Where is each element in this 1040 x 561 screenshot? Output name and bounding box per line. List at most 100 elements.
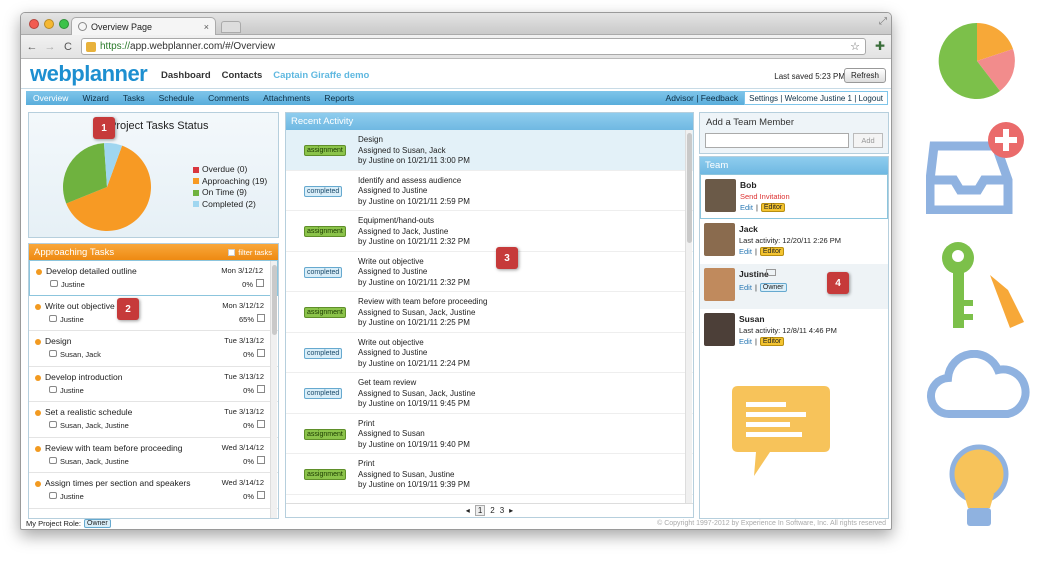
webplanner-logo[interactable]: webplanner bbox=[30, 61, 148, 87]
activity-task[interactable]: Equipment/hand-outs bbox=[358, 216, 470, 227]
comment-icon[interactable] bbox=[49, 314, 57, 322]
activity-task[interactable]: Print bbox=[358, 419, 470, 430]
filter-label: filter tasks bbox=[238, 248, 272, 257]
comment-icon[interactable] bbox=[49, 456, 57, 464]
project-name-link[interactable]: Captain Giraffe demo bbox=[273, 70, 369, 81]
task-name[interactable]: Review with team before proceeding bbox=[45, 443, 183, 453]
task-row[interactable]: Develop detailed outline Mon 3/12/12 Jus… bbox=[29, 260, 278, 296]
task-name[interactable]: Assign times per section and speakers bbox=[45, 478, 191, 488]
pager-prev-icon[interactable]: ◂ bbox=[466, 506, 470, 515]
task-scroll-thumb[interactable] bbox=[272, 265, 277, 335]
reload-icon[interactable]: C bbox=[61, 41, 75, 53]
user-links[interactable]: Settings | Welcome Justine 1 | Logout bbox=[744, 91, 888, 105]
activity-scrollbar[interactable] bbox=[685, 130, 692, 503]
task-complete-checkbox[interactable] bbox=[257, 349, 265, 357]
comment-icon[interactable] bbox=[49, 421, 57, 428]
activity-row[interactable]: assignment Review with team before proce… bbox=[286, 292, 693, 333]
advisor-feedback-link[interactable]: Advisor | Feedback bbox=[660, 91, 745, 105]
activity-assigned: Assigned to Susan, Justine bbox=[358, 469, 455, 479]
fullscreen-icon[interactable]: ⤢ bbox=[879, 16, 887, 27]
comment-icon[interactable] bbox=[49, 492, 57, 499]
pager-next-icon[interactable]: ▸ bbox=[509, 506, 513, 515]
menu-overview[interactable]: Overview bbox=[26, 93, 75, 103]
page-1[interactable]: 1 bbox=[474, 505, 486, 516]
activity-row[interactable]: completed Write out objective Assigned t… bbox=[286, 333, 693, 373]
task-scrollbar[interactable] bbox=[270, 261, 277, 518]
activity-task[interactable]: Design bbox=[358, 135, 470, 146]
task-name[interactable]: Write out objective bbox=[45, 301, 115, 311]
task-row[interactable]: Assign times per section and speakers We… bbox=[29, 473, 278, 509]
send-invitation-link[interactable]: Send Invitation bbox=[740, 192, 790, 201]
activity-row[interactable]: assignment Print Assigned to Susan by Ju… bbox=[286, 414, 693, 454]
task-name[interactable]: Develop introduction bbox=[45, 372, 123, 382]
filter-checkbox[interactable] bbox=[228, 249, 236, 256]
menu-tasks[interactable]: Tasks bbox=[116, 93, 152, 103]
project-status-panel: Project Tasks Status Overdue (0) Approach… bbox=[28, 112, 279, 238]
browser-toolbar: ← → C https:// app.webplanner.com/#/Over… bbox=[21, 35, 891, 59]
task-row[interactable]: Design Tue 3/13/12 Susan, Jack 0% bbox=[29, 331, 278, 367]
task-complete-checkbox[interactable] bbox=[257, 313, 265, 322]
nav-dashboard[interactable]: Dashboard bbox=[161, 70, 211, 81]
activity-task[interactable]: Write out objective bbox=[358, 338, 470, 349]
activity-row[interactable]: assignment Design Assigned to Susan, Jac… bbox=[286, 130, 693, 171]
activity-row[interactable]: completed Write out objective Assigned t… bbox=[286, 252, 693, 292]
minimize-window-button[interactable] bbox=[44, 19, 54, 29]
comment-icon[interactable] bbox=[49, 350, 57, 357]
member-email-input[interactable] bbox=[705, 133, 849, 148]
task-row[interactable]: Write out objective Mon 3/12/12 Justine … bbox=[29, 296, 278, 331]
address-bar[interactable]: https:// app.webplanner.com/#/Overview ☆ bbox=[81, 38, 866, 55]
nav-contacts[interactable]: Contacts bbox=[222, 70, 263, 81]
edit-member-link[interactable]: Edit bbox=[739, 247, 752, 256]
task-row[interactable]: Review with team before proceeding Wed 3… bbox=[29, 438, 278, 473]
task-name[interactable]: Develop detailed outline bbox=[46, 266, 137, 276]
task-row[interactable]: Set a realistic schedule Tue 3/13/12 Sus… bbox=[29, 402, 278, 438]
new-tab-button[interactable] bbox=[221, 21, 241, 33]
refresh-button[interactable]: Refresh bbox=[843, 68, 886, 83]
task-complete-checkbox[interactable] bbox=[257, 384, 265, 393]
activity-task[interactable]: Identify and assess audience bbox=[358, 176, 470, 187]
forward-icon[interactable]: → bbox=[43, 41, 57, 53]
legend-item: Completed (2) bbox=[193, 199, 267, 211]
edit-member-link[interactable]: Edit bbox=[739, 283, 752, 292]
activity-row[interactable]: completed Identify and assess audience A… bbox=[286, 171, 693, 211]
activity-row[interactable]: assignment Print Assigned to Susan, Just… bbox=[286, 454, 693, 495]
zoom-window-button[interactable] bbox=[59, 19, 69, 29]
bookmark-star-icon[interactable]: ☆ bbox=[850, 40, 860, 53]
page-2[interactable]: 2 bbox=[490, 506, 494, 515]
task-complete-checkbox[interactable] bbox=[257, 420, 265, 428]
email-icon[interactable] bbox=[766, 269, 776, 276]
task-assignee: Susan, Jack bbox=[60, 350, 101, 359]
menu-wizard[interactable]: Wizard bbox=[75, 93, 115, 103]
task-complete-checkbox[interactable] bbox=[256, 279, 264, 287]
close-window-button[interactable] bbox=[29, 19, 39, 29]
page-3[interactable]: 3 bbox=[500, 506, 504, 515]
activity-row[interactable]: completed Get team review Assigned to Su… bbox=[286, 373, 693, 414]
activity-task[interactable]: Write out objective bbox=[358, 257, 470, 268]
edit-member-link[interactable]: Edit bbox=[740, 203, 753, 212]
footer: My Project Role: Owner © Copyright 1997-… bbox=[21, 517, 891, 529]
comment-icon[interactable] bbox=[49, 385, 57, 393]
extension-icon[interactable]: ✚ bbox=[875, 39, 885, 53]
activity-task[interactable]: Print bbox=[358, 459, 470, 470]
browser-tab[interactable]: Overview Page × bbox=[71, 17, 216, 35]
comment-icon[interactable] bbox=[50, 280, 58, 287]
add-member-button[interactable]: Add bbox=[853, 133, 883, 148]
task-row[interactable]: Develop introduction Tue 3/13/12 Justine… bbox=[29, 367, 278, 402]
close-tab-icon[interactable]: × bbox=[204, 22, 209, 32]
menu-attachments[interactable]: Attachments bbox=[256, 93, 317, 103]
edit-member-link[interactable]: Edit bbox=[739, 337, 752, 346]
menu-comments[interactable]: Comments bbox=[201, 93, 256, 103]
activity-row[interactable]: assignment Equipment/hand-outs Assigned … bbox=[286, 211, 693, 252]
menu-reports[interactable]: Reports bbox=[317, 93, 361, 103]
activity-task[interactable]: Get team review bbox=[358, 378, 475, 389]
main-menu: Overview Wizard Tasks Schedule Comments … bbox=[26, 91, 888, 105]
task-complete-checkbox[interactable] bbox=[257, 455, 265, 464]
task-name[interactable]: Set a realistic schedule bbox=[45, 407, 132, 417]
activity-scroll-thumb[interactable] bbox=[687, 133, 692, 243]
task-complete-checkbox[interactable] bbox=[257, 491, 265, 499]
filter-tasks-toggle[interactable]: filter tasks bbox=[228, 248, 272, 257]
task-name[interactable]: Design bbox=[45, 336, 71, 346]
activity-task[interactable]: Review with team before proceeding bbox=[358, 297, 487, 308]
back-icon[interactable]: ← bbox=[25, 41, 39, 53]
menu-schedule[interactable]: Schedule bbox=[152, 93, 201, 103]
